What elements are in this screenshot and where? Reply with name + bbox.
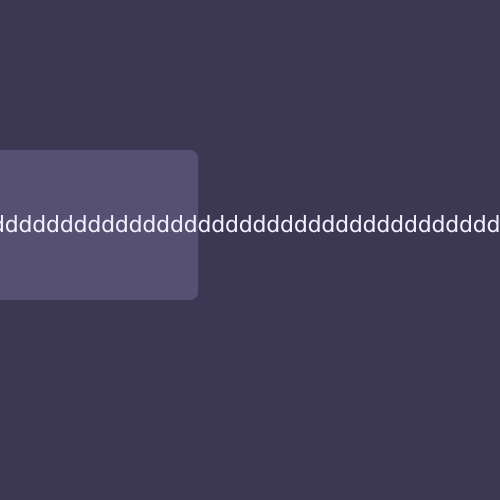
canvas: dddddddddddddddddddddddddddddddddddddddd…	[0, 0, 500, 500]
text-line: dddddddddddddddddddddddddddddddddddddddd…	[0, 213, 500, 238]
